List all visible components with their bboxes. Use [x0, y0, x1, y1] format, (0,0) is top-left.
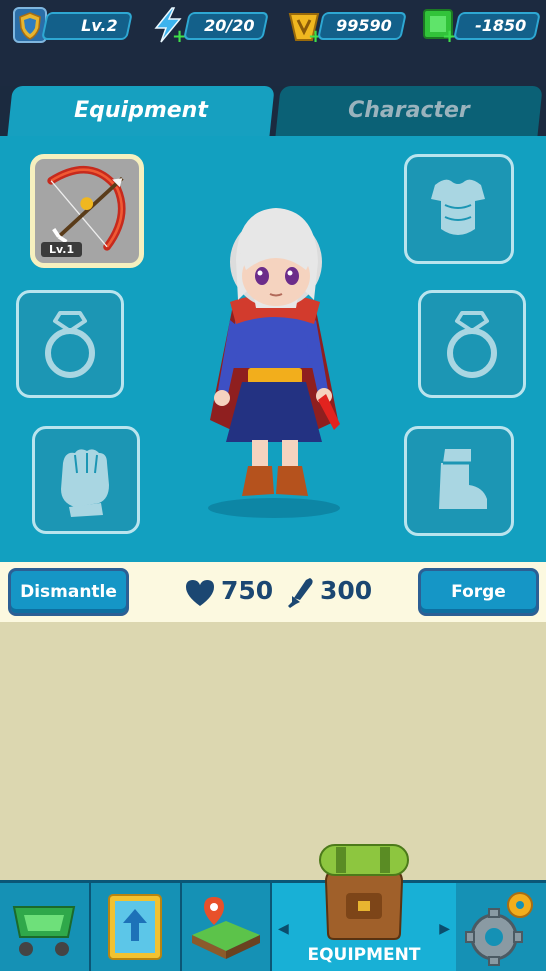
ring-icon: [447, 311, 497, 378]
tab-equipment-label: Equipment: [74, 98, 208, 123]
forge-button[interactable]: Forge: [418, 568, 539, 616]
ring-icon: [45, 311, 95, 378]
hero-character: [208, 208, 340, 518]
nav-upgrade[interactable]: [91, 883, 182, 971]
gems-stat[interactable]: -1850: [453, 12, 541, 40]
nav-settings[interactable]: [456, 883, 546, 971]
boot-icon: [439, 449, 487, 509]
nav-equipment[interactable]: ◀ ▶ EQUIPMENT: [272, 844, 456, 971]
dismantle-button[interactable]: Dismantle: [8, 568, 129, 616]
gold-value: 99590: [336, 16, 393, 35]
top-status-bar: Lv.2 + 20/20 + 99590 + -1850: [0, 0, 546, 86]
level-value: Lv.2: [81, 16, 119, 35]
cart-icon: [12, 906, 76, 956]
left-arrow-icon: ◀: [278, 921, 289, 937]
gear-icon: [465, 892, 533, 966]
backpack-icon: [319, 844, 409, 940]
ring-slot-right[interactable]: [418, 290, 526, 398]
armor-slot[interactable]: [404, 154, 514, 264]
weapon-level-badge: Lv.1: [41, 242, 83, 257]
energy-value: 20/20: [203, 16, 255, 35]
armor-icon: [431, 179, 485, 235]
tab-character-label: Character: [348, 98, 470, 123]
equipment-panel: Lv.1: [0, 136, 546, 562]
hp-value: 750: [221, 576, 274, 605]
right-arrow-icon: ▶: [439, 921, 450, 937]
boots-slot[interactable]: [404, 426, 514, 536]
nav-equipment-label: EQUIPMENT: [307, 945, 421, 965]
tab-equipment[interactable]: Equipment: [7, 86, 275, 138]
gems-value: -1850: [474, 16, 527, 35]
inventory-area: [0, 622, 546, 880]
nav-shop[interactable]: [0, 883, 91, 971]
tab-bar: Equipment Character: [0, 86, 546, 138]
gold-stat[interactable]: 99590: [317, 12, 407, 40]
map-icon: [192, 897, 260, 959]
nav-map[interactable]: [182, 883, 272, 971]
attack-icon: [288, 578, 313, 608]
attack-value: 300: [320, 576, 373, 605]
tab-character[interactable]: Character: [275, 86, 543, 138]
heart-icon: [186, 580, 214, 606]
upgrade-card-icon: [108, 894, 162, 960]
gloves-slot[interactable]: [32, 426, 140, 534]
level-stat: Lv.2: [41, 12, 133, 40]
weapon-slot[interactable]: Lv.1: [30, 154, 144, 268]
energy-stat[interactable]: 20/20: [183, 12, 269, 40]
glove-icon: [61, 449, 109, 517]
stats-bar: Dismantle 750 300 Forge: [0, 562, 546, 622]
bottom-nav: ◀ ▶ EQUIPMENT: [0, 844, 546, 971]
ring-slot-left[interactable]: [16, 290, 124, 398]
